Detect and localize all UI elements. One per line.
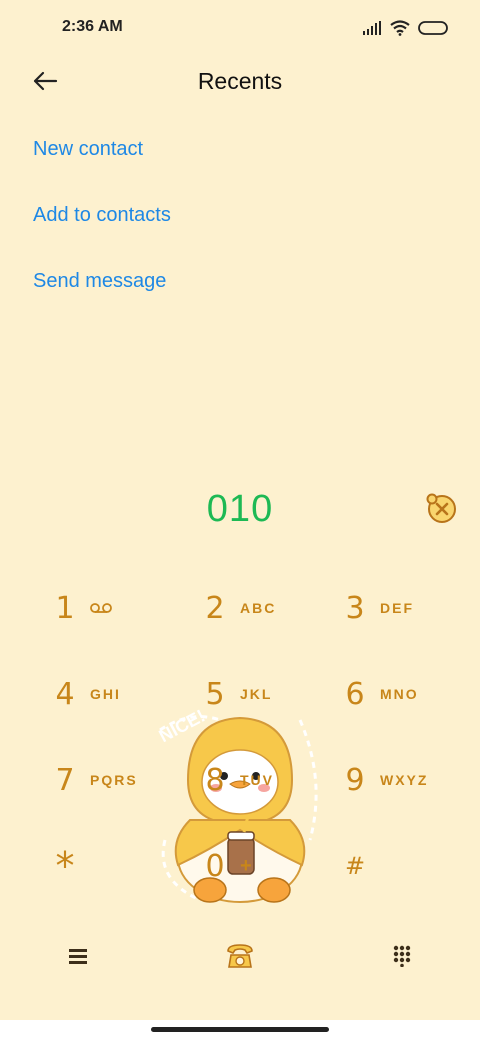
new-contact-link[interactable]: New contact <box>33 136 171 202</box>
action-list: New contact Add to contacts Send message <box>33 136 171 334</box>
status-bar: 2:36 AM <box>0 0 480 56</box>
keypad-toggle-button[interactable] <box>382 940 422 972</box>
add-to-contacts-link[interactable]: Add to contacts <box>33 202 171 268</box>
key-digit: # <box>344 852 366 880</box>
key-digit: 4 <box>55 676 75 712</box>
key-letters: JKL <box>240 686 273 702</box>
key-digit: 9 <box>345 762 365 798</box>
wifi-icon <box>390 20 410 36</box>
home-indicator[interactable] <box>151 1027 329 1032</box>
phone-icon <box>227 944 253 968</box>
status-icons <box>362 18 450 38</box>
key-letters: TUV <box>240 772 274 788</box>
key-letters: MNO <box>380 686 419 702</box>
key-3[interactable]: 3 DEF <box>340 565 480 651</box>
key-digit: * <box>55 844 75 888</box>
key-5[interactable]: 5 JKL <box>200 651 360 737</box>
key-0[interactable]: 0 + <box>200 823 360 909</box>
key-2[interactable]: 2 ABC <box>200 565 360 651</box>
dialpad-icon <box>393 945 411 967</box>
key-digit: 8 <box>205 762 225 798</box>
menu-icon <box>69 949 87 964</box>
key-9[interactable]: 9 WXYZ <box>340 737 480 823</box>
key-hash[interactable]: # <box>340 823 480 909</box>
key-letters: WXYZ <box>380 772 429 788</box>
header: Recents <box>0 56 480 106</box>
delete-button[interactable] <box>424 491 458 525</box>
key-4[interactable]: 4 GHI <box>50 651 210 737</box>
key-letters: + <box>240 854 254 877</box>
key-letters: DEF <box>380 600 414 616</box>
key-digit: 7 <box>55 762 75 798</box>
page-title: Recents <box>197 68 283 94</box>
signal-icon <box>363 21 381 35</box>
voicemail-icon <box>90 603 112 613</box>
send-message-link[interactable]: Send message <box>33 268 171 334</box>
key-8[interactable]: 8 TUV <box>200 737 360 823</box>
call-button[interactable] <box>220 940 260 972</box>
system-nav-bar <box>0 1020 480 1040</box>
key-7[interactable]: 7 PQRS <box>50 737 210 823</box>
bottom-bar <box>0 930 480 982</box>
key-digit: 2 <box>205 590 225 626</box>
key-letters: PQRS <box>90 772 138 788</box>
key-digit: 1 <box>55 590 75 626</box>
status-time: 2:36 AM <box>62 18 123 35</box>
key-digit: 5 <box>205 676 225 712</box>
battery-icon <box>418 21 448 35</box>
menu-button[interactable] <box>58 940 98 972</box>
key-letters: ABC <box>240 600 277 616</box>
key-digit: 3 <box>345 590 365 626</box>
key-digit: 6 <box>345 676 365 712</box>
key-1[interactable]: 1 <box>50 565 210 651</box>
dialed-number: 010 <box>206 488 274 530</box>
backspace-icon <box>426 493 456 523</box>
key-star[interactable]: * <box>50 823 210 909</box>
key-letters: GHI <box>90 686 121 702</box>
key-6[interactable]: 6 MNO <box>340 651 480 737</box>
key-digit: 0 <box>205 848 225 884</box>
